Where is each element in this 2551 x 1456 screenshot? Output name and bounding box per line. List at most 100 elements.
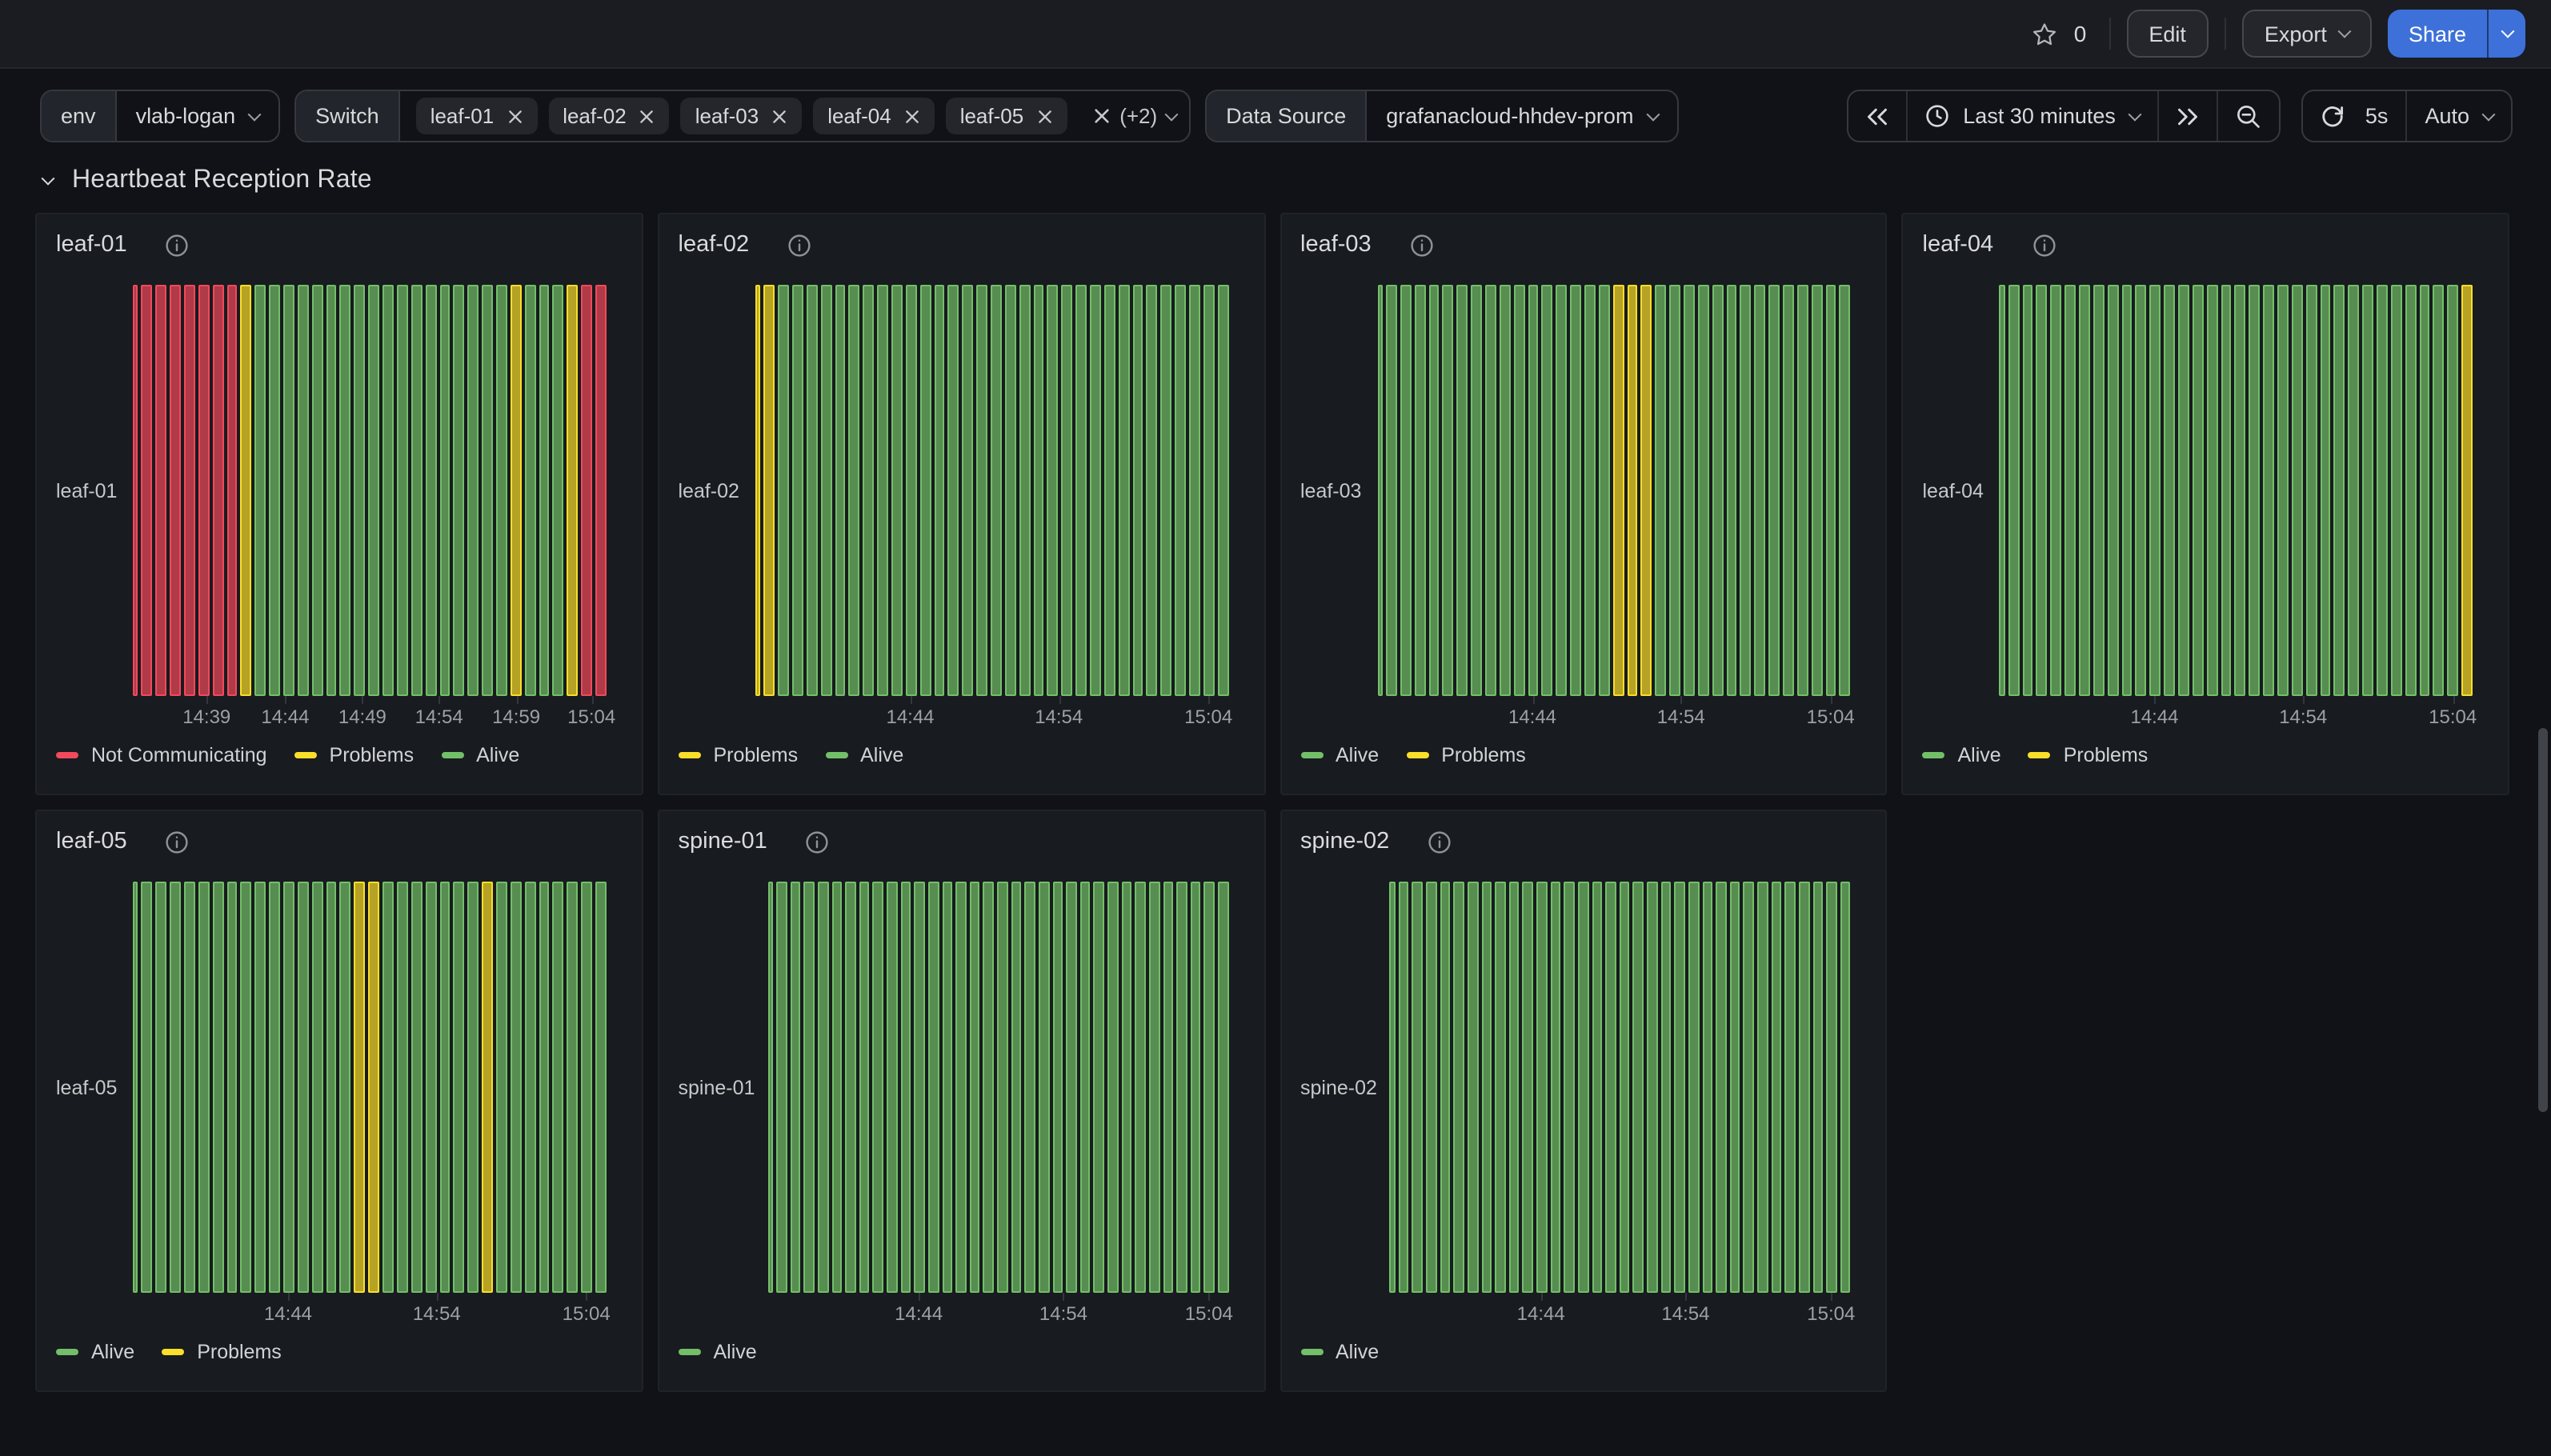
status-bar-alive: [1528, 285, 1539, 696]
legend-color-pill: [56, 1349, 78, 1355]
status-bar-alive: [2036, 285, 2048, 696]
panel-header[interactable]: spine-02: [1294, 821, 1873, 859]
legend-color-pill: [294, 752, 317, 758]
legend-item-problems[interactable]: Problems: [679, 744, 799, 766]
chip-remove-icon[interactable]: [507, 108, 523, 124]
export-button[interactable]: Export: [2242, 10, 2372, 58]
status-history-plot[interactable]: [767, 882, 1228, 1293]
status-history-plot[interactable]: [133, 882, 607, 1293]
time-shift-back-button[interactable]: [1848, 91, 1905, 141]
legend-item-alive[interactable]: Alive: [1300, 1341, 1379, 1363]
legend-item-alive[interactable]: Alive: [56, 1341, 134, 1363]
scrollbar-thumb[interactable]: [2538, 728, 2548, 1112]
chip-remove-icon[interactable]: [639, 108, 655, 124]
status-bar-alive: [2391, 285, 2402, 696]
status-bar-problems: [763, 285, 775, 696]
edit-button[interactable]: Edit: [2126, 10, 2209, 58]
time-shift-forward-button[interactable]: [2157, 91, 2217, 141]
legend-color-pill: [1300, 1349, 1323, 1355]
switch-chip[interactable]: leaf-02: [548, 98, 670, 134]
panel-legend: Alive Problems: [56, 1341, 629, 1363]
panel-info-button[interactable]: [1428, 830, 1452, 854]
time-range-picker[interactable]: Last 30 minutes: [1905, 91, 2157, 141]
status-bar-alive: [142, 882, 153, 1293]
x-axis-tick-label: 14:54: [1035, 706, 1083, 728]
switch-chip[interactable]: leaf-03: [681, 98, 803, 134]
panel-info-button[interactable]: [787, 233, 811, 257]
switch-chip[interactable]: leaf-01: [416, 98, 538, 134]
legend-item-alive[interactable]: Alive: [441, 744, 519, 766]
status-bar-alive: [934, 285, 945, 696]
status-history-plot[interactable]: [2000, 285, 2473, 696]
legend-item-problems[interactable]: Problems: [2028, 744, 2149, 766]
status-bar-notcomm: [170, 285, 181, 696]
panel-header[interactable]: leaf-02: [672, 224, 1251, 262]
refresh-button[interactable]: 5s: [2303, 91, 2406, 141]
panel-header[interactable]: leaf-01: [50, 224, 629, 262]
status-bar-alive: [1039, 882, 1049, 1293]
axis-tick-mark: [591, 696, 593, 704]
chevron-down-icon: [2501, 25, 2514, 38]
legend-item-problems[interactable]: Problems: [294, 744, 414, 766]
plot-area: 14:4414:5415:04: [767, 882, 1251, 1326]
panel-header[interactable]: leaf-05: [50, 821, 629, 859]
panel-header[interactable]: leaf-04: [1916, 224, 2496, 262]
status-bar-alive: [2377, 285, 2388, 696]
status-bar-alive: [1161, 285, 1172, 696]
panel-info-button[interactable]: [166, 233, 190, 257]
legend-item-alive[interactable]: Alive: [679, 1341, 757, 1363]
row-header-heartbeat[interactable]: Heartbeat Reception Rate: [0, 142, 2551, 213]
status-bar-alive: [1203, 285, 1215, 696]
status-bar-alive: [1771, 882, 1781, 1293]
panel-header[interactable]: spine-01: [672, 821, 1251, 859]
legend-item-problems[interactable]: Problems: [1406, 744, 1526, 766]
clear-all-icon: [1092, 107, 1110, 125]
status-history-plot[interactable]: [133, 285, 607, 696]
clock-icon: [1924, 104, 1948, 128]
panel-info-button[interactable]: [806, 830, 830, 854]
refresh-interval-picker[interactable]: Auto: [2405, 91, 2511, 141]
status-bar-alive: [1019, 285, 1030, 696]
chip-remove-icon[interactable]: [1036, 108, 1052, 124]
share-button[interactable]: Share: [2388, 10, 2487, 58]
panel-header[interactable]: leaf-03: [1294, 224, 1873, 262]
axis-tick-mark: [437, 1293, 439, 1301]
switch-chip[interactable]: leaf-04: [813, 98, 935, 134]
status-history-plot[interactable]: [755, 285, 1229, 696]
legend-item-alive[interactable]: Alive: [1923, 744, 2001, 766]
y-axis-series-label: leaf-02: [672, 285, 755, 696]
x-axis-tick-label: 14:54: [1661, 1302, 1709, 1325]
legend-item-notcomm[interactable]: Not Communicating: [56, 744, 267, 766]
status-bar-alive: [1121, 882, 1131, 1293]
status-history-chart: leaf-0314:4414:5415:04: [1294, 285, 1873, 730]
x-axis-tick-label: 14:54: [1657, 706, 1705, 728]
datasource-value[interactable]: grafanacloud-hhdev-prom: [1367, 91, 1676, 141]
chip-remove-icon[interactable]: [771, 108, 787, 124]
status-bar-alive: [976, 285, 987, 696]
status-bar-alive: [863, 285, 874, 696]
chip-remove-icon[interactable]: [904, 108, 920, 124]
panel-info-button[interactable]: [1410, 233, 1434, 257]
favorite-star-button[interactable]: 0: [2031, 20, 2093, 47]
status-bar-alive: [1755, 285, 1766, 696]
panel-info-button[interactable]: [2032, 233, 2056, 257]
status-bar-alive: [1675, 882, 1685, 1293]
switch-more-dropdown[interactable]: (+2): [1083, 91, 1189, 141]
status-history-plot[interactable]: [1377, 285, 1851, 696]
panel-leaf-05: leaf-05leaf-0514:4414:5415:04AliveProble…: [35, 810, 643, 1392]
status-history-plot[interactable]: [1390, 882, 1851, 1293]
switch-chip[interactable]: leaf-05: [946, 98, 1067, 134]
legend-item-problems[interactable]: Problems: [162, 1341, 282, 1363]
axis-tick-mark: [1059, 696, 1060, 704]
status-bar-problems: [2461, 285, 2473, 696]
status-bar-alive: [1785, 882, 1796, 1293]
legend-item-alive[interactable]: Alive: [1300, 744, 1379, 766]
status-bar-alive: [2008, 285, 2019, 696]
env-variable-value[interactable]: vlab-logan: [117, 91, 279, 141]
zoom-out-button[interactable]: [2217, 91, 2279, 141]
x-axis-tick-label: 14:44: [1517, 1302, 1565, 1325]
share-menu-button[interactable]: [2487, 10, 2525, 58]
legend-item-alive[interactable]: Alive: [825, 744, 903, 766]
panel-info-button[interactable]: [166, 830, 190, 854]
status-bar-alive: [1090, 285, 1101, 696]
